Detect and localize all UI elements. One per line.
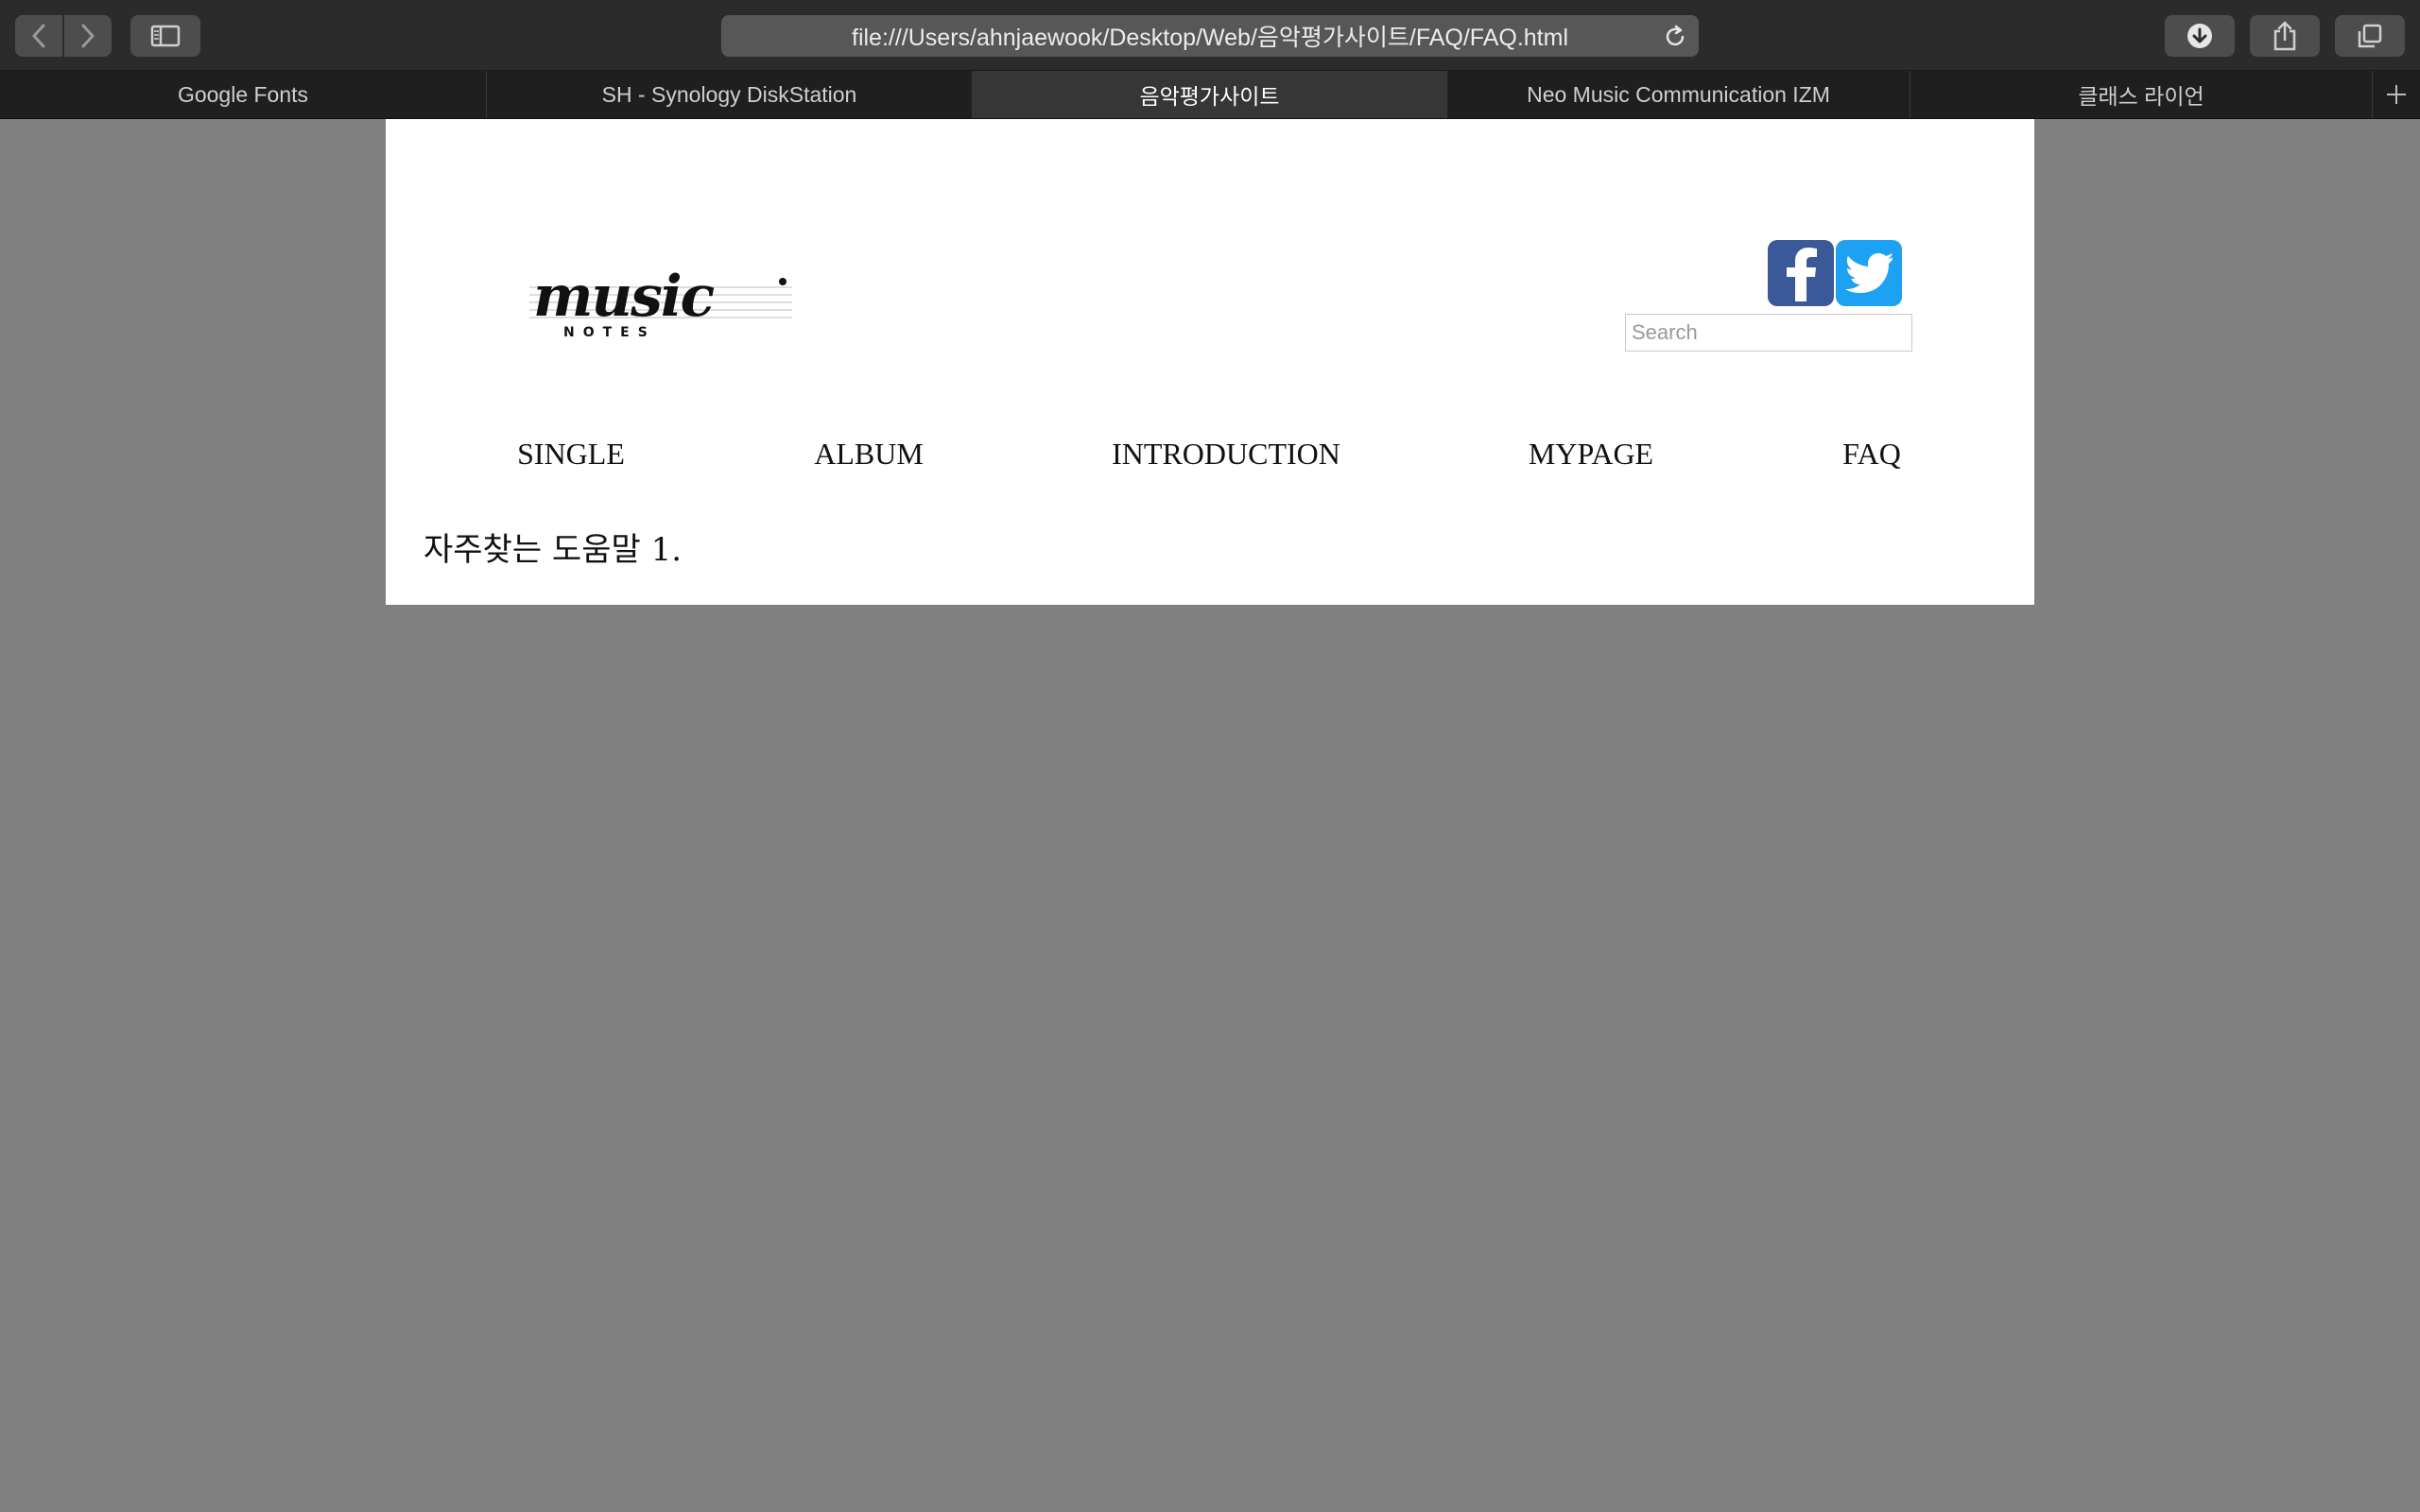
faq-heading: 자주찾는 도움말 1. — [424, 531, 683, 569]
tab-izm[interactable]: Neo Music Communication IZM — [1447, 71, 1910, 118]
back-button[interactable] — [15, 15, 62, 57]
forward-button[interactable] — [64, 15, 112, 57]
url-text: file:///Users/ahnjaewook/Desktop/Web/음악평… — [852, 25, 1568, 51]
tab-label: 클래스 라이언 — [2078, 84, 2204, 109]
tab-class-ryan[interactable]: 클래스 라이언 — [1910, 71, 2373, 118]
sidebar-button[interactable] — [130, 15, 200, 57]
nav-single[interactable]: SINGLE — [517, 437, 625, 472]
nav-faq[interactable]: FAQ — [1842, 437, 1901, 472]
reload-icon[interactable] — [1663, 25, 1687, 49]
tab-label: Google Fonts — [177, 81, 309, 107]
tab-music-review-site[interactable]: 음악평가사이트 — [973, 71, 1447, 118]
tab-google-fonts[interactable]: Google Fonts — [0, 71, 487, 118]
downloads-button[interactable] — [2165, 15, 2235, 57]
sidebar-icon — [150, 25, 181, 47]
music-notes-logo[interactable]: music NOTES — [529, 259, 792, 338]
share-icon — [2273, 21, 2296, 51]
forward-icon — [81, 24, 95, 48]
social-links — [1768, 240, 1902, 306]
facebook-icon — [1787, 248, 1817, 301]
twitter-icon — [1845, 253, 1893, 293]
nav-mypage[interactable]: MYPAGE — [1529, 437, 1653, 472]
twitter-link[interactable] — [1836, 240, 1902, 306]
new-tab-icon — [2387, 85, 2406, 104]
logo-wordmark: music — [533, 264, 715, 330]
tab-label: SH - Synology DiskStation — [601, 81, 857, 107]
browser-toolbar: file:///Users/ahnjaewook/Desktop/Web/음악평… — [0, 0, 2420, 71]
tab-synology[interactable]: SH - Synology DiskStation — [487, 71, 973, 118]
page-content: music NOTES SINGLE ALBUM INTRODUCTION MY… — [386, 119, 2034, 605]
new-tab-button[interactable] — [2373, 71, 2420, 118]
share-button[interactable] — [2250, 15, 2320, 57]
nav-introduction[interactable]: INTRODUCTION — [1112, 437, 1340, 472]
tab-strip: Google Fonts SH - Synology DiskStation 음… — [0, 71, 2420, 119]
tabs-overview-icon — [2358, 24, 2382, 48]
facebook-link[interactable] — [1768, 240, 1834, 306]
tab-label: 음악평가사이트 — [1139, 84, 1280, 109]
nav-album[interactable]: ALBUM — [814, 437, 924, 472]
tab-label: Neo Music Communication IZM — [1527, 81, 1830, 107]
logo-subtext: NOTES — [563, 325, 656, 338]
search-input[interactable] — [1625, 314, 1912, 352]
back-icon — [32, 24, 45, 48]
download-icon — [2187, 24, 2212, 48]
address-bar[interactable]: file:///Users/ahnjaewook/Desktop/Web/음악평… — [721, 15, 1699, 57]
tab-overview-button[interactable] — [2335, 15, 2405, 57]
